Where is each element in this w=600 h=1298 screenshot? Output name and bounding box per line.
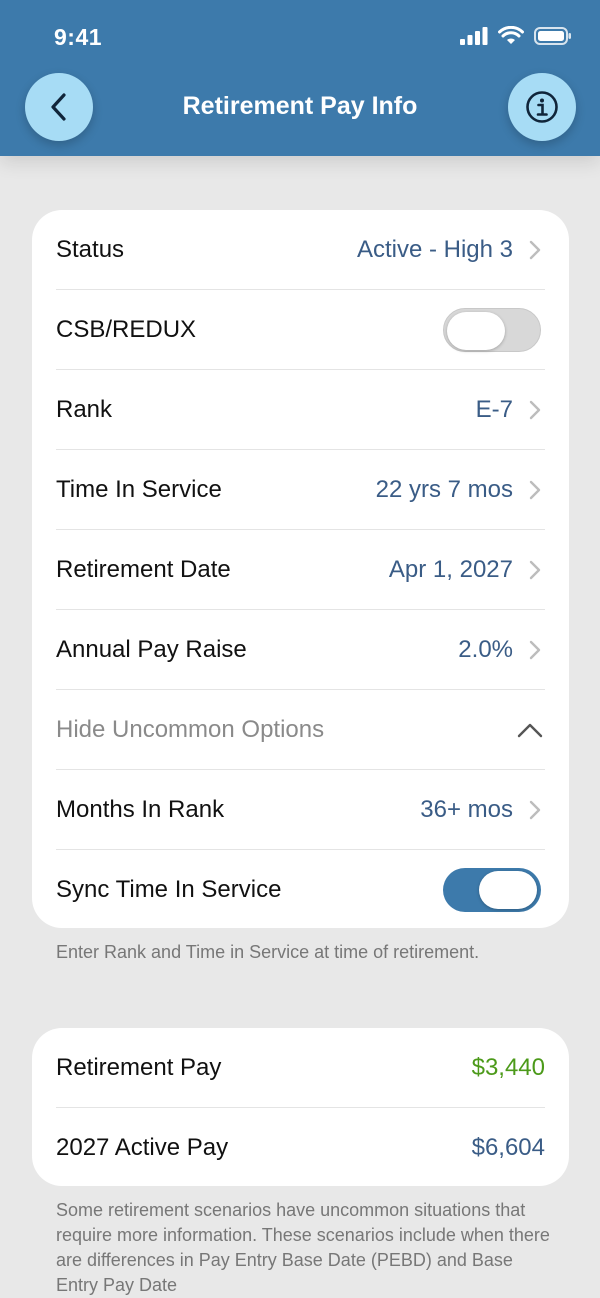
chevron-right-icon [529, 800, 541, 819]
status-icons [460, 26, 572, 45]
time-in-service-row[interactable]: Time In Service 22 yrs 7 mos [56, 450, 545, 530]
toggle-knob [479, 871, 537, 909]
status-time: 9:41 [54, 24, 103, 50]
uncommon-scenarios-footnote: Some retirement scenarios have uncommon … [56, 1200, 550, 1295]
sync-time-in-service-toggle[interactable] [443, 868, 541, 912]
retirement-pay-row: Retirement Pay $3,440 [56, 1028, 545, 1108]
annual-pay-raise-value: 2.0% [458, 635, 513, 663]
info-icon [526, 91, 558, 123]
rank-value: E-7 [475, 395, 513, 423]
chevron-up-icon [517, 723, 543, 737]
rank-row[interactable]: Rank E-7 [56, 370, 545, 450]
signal-icon [460, 26, 488, 45]
active-pay-value: $6,604 [471, 1134, 545, 1161]
retirement-date-label: Retirement Date [56, 555, 231, 583]
sync-time-in-service-label: Sync Time In Service [56, 876, 282, 903]
battery-icon [534, 26, 571, 45]
months-in-rank-value: 36+ mos [420, 795, 513, 823]
settings-card: Status Active - High 3 CSB/REDUX Rank E-… [32, 210, 569, 928]
chevron-right-icon [529, 560, 541, 579]
active-pay-row: 2027 Active Pay $6,604 [56, 1108, 545, 1186]
rank-label: Rank [56, 395, 113, 423]
csb-redux-toggle[interactable] [443, 307, 541, 352]
wifi-icon [498, 26, 524, 44]
time-in-service-label: Time In Service [56, 475, 222, 503]
chevron-right-icon [529, 480, 541, 499]
chevron-right-icon [529, 640, 541, 659]
time-in-service-value: 22 yrs 7 mos [375, 475, 513, 503]
info-button[interactable] [508, 73, 576, 141]
header-bar: 9:41 Retirement Pay Info [0, 0, 600, 156]
hide-uncommon-options-row[interactable]: Hide Uncommon Options [56, 690, 545, 770]
status-label: Status [56, 235, 125, 263]
status-value: Active - High 3 [356, 235, 513, 263]
retirement-date-row[interactable]: Retirement Date Apr 1, 2027 [56, 530, 545, 610]
months-in-rank-label: Months In Rank [56, 795, 225, 823]
retirement-pay-value: $3,440 [471, 1053, 545, 1081]
retirement-pay-label: Retirement Pay [56, 1053, 222, 1081]
chevron-right-icon [529, 400, 541, 419]
toggle-knob [447, 311, 505, 350]
sync-time-in-service-row: Sync Time In Service [56, 850, 545, 928]
annual-pay-raise-label: Annual Pay Raise [56, 635, 247, 663]
annual-pay-raise-row[interactable]: Annual Pay Raise 2.0% [56, 610, 545, 690]
status-row[interactable]: Status Active - High 3 [56, 210, 545, 290]
chevron-right-icon [529, 240, 541, 259]
csb-redux-label: CSB/REDUX [56, 315, 197, 343]
retirement-date-value: Apr 1, 2027 [388, 555, 513, 583]
csb-redux-row: CSB/REDUX [56, 290, 545, 370]
pay-card: Retirement Pay $3,440 2027 Active Pay $6… [32, 1028, 569, 1186]
active-pay-label: 2027 Active Pay [56, 1134, 229, 1161]
months-in-rank-row[interactable]: Months In Rank 36+ mos [56, 770, 545, 850]
rank-footnote: Enter Rank and Time in Service at time o… [56, 942, 480, 962]
hide-uncommon-options-label: Hide Uncommon Options [56, 715, 325, 743]
